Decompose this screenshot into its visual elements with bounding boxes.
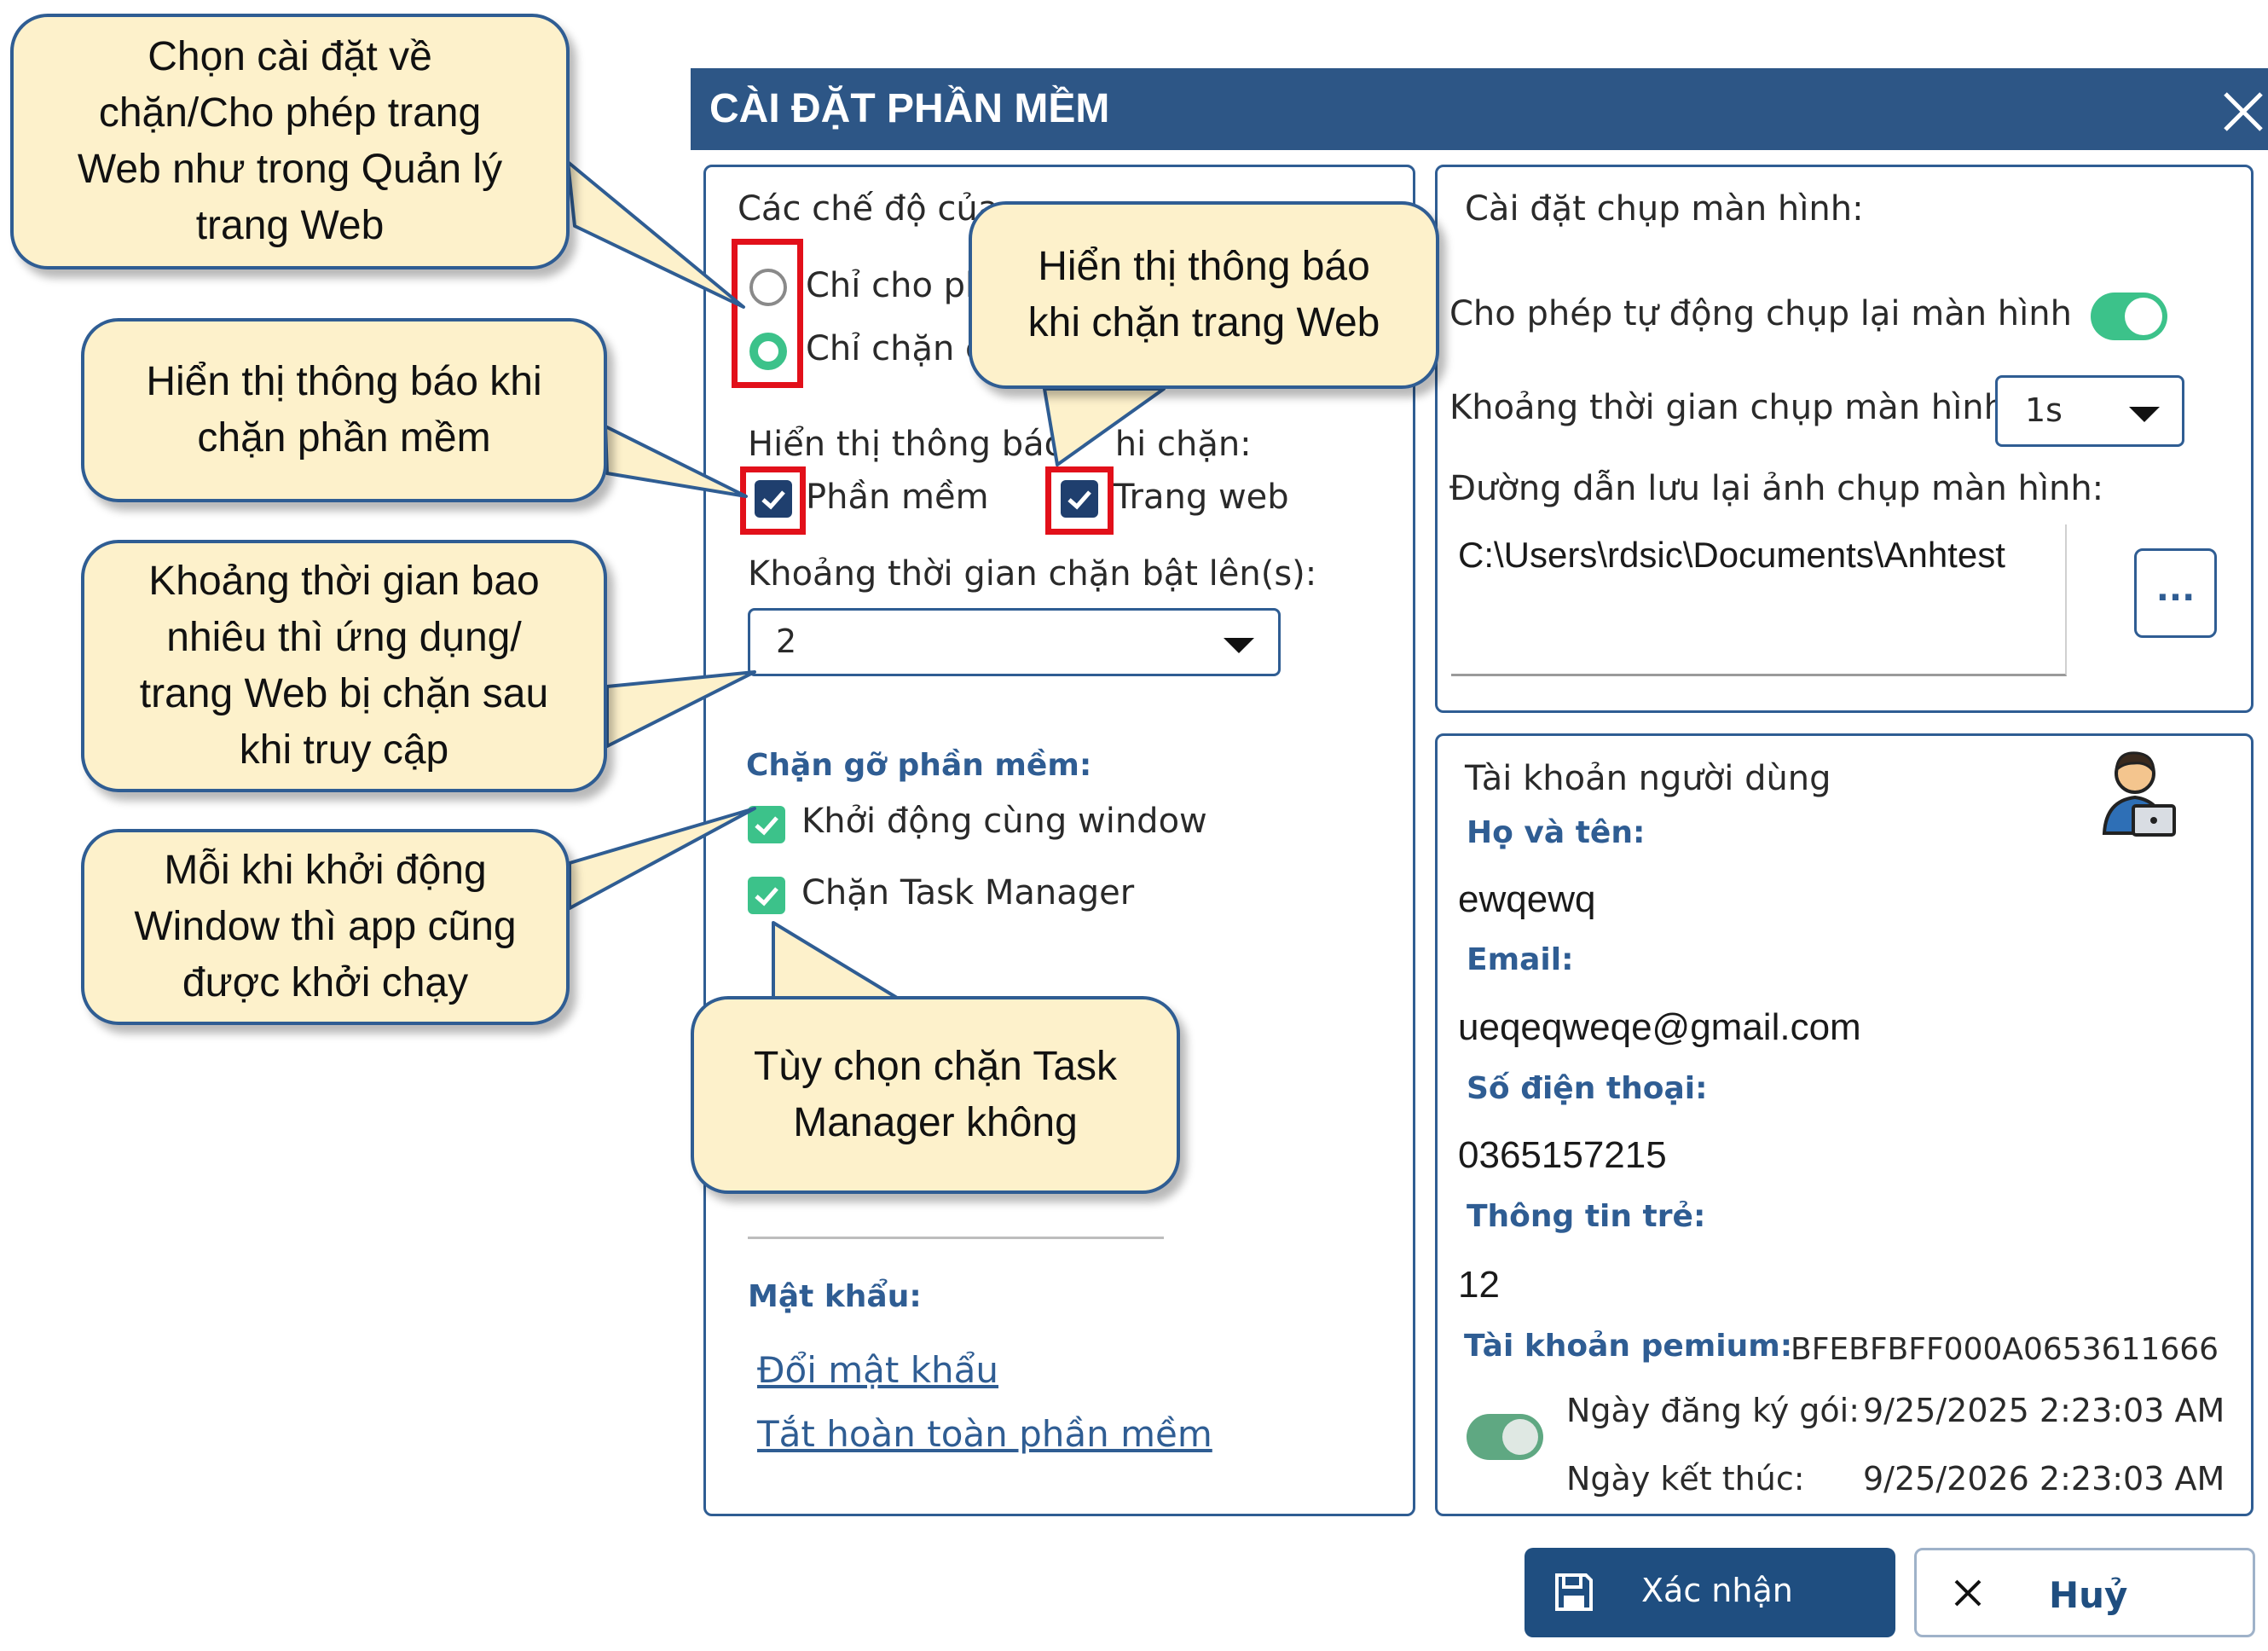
check-icon: [1067, 490, 1091, 510]
register-date-label: Ngày đăng ký gói:: [1566, 1392, 1860, 1429]
divider: [748, 1237, 1164, 1239]
premium-label: Tài khoản pemium:: [1464, 1329, 1793, 1364]
premium-toggle[interactable]: [1467, 1414, 1543, 1460]
save-icon: [1553, 1572, 1594, 1613]
premium-value: BFEBFBFF000A0653611666: [1791, 1332, 2219, 1367]
callout-taskmgr: Tùy chọn chặn Task Manager không: [691, 996, 1180, 1194]
user-laptop-icon: [2099, 748, 2178, 837]
save-path-value: C:\Users\rdsic\Documents\Anhtest: [1458, 535, 2005, 575]
child-label: Thông tin trẻ:: [1467, 1199, 1706, 1234]
confirm-button[interactable]: Xác nhận: [1525, 1548, 1895, 1637]
name-label: Họ và tên:: [1467, 815, 1646, 850]
check-icon: [761, 490, 785, 510]
callout-block-interval: Khoảng thời gian bao nhiêu thì ứng dụng/…: [81, 540, 607, 792]
email-value: ueqeqweqe@gmail.com: [1458, 1006, 1861, 1048]
notify-label-tail: hi chặn:: [1114, 425, 1252, 464]
end-date-value: 9/25/2026 2:23:03 AM: [1863, 1460, 2225, 1497]
checkbox-taskmgr-label: Chặn Task Manager: [801, 873, 1135, 912]
check-icon: [755, 816, 778, 836]
callout-startup: Mỗi khi khởi động Window thì app cũng đư…: [81, 829, 570, 1025]
radio-block-only[interactable]: [749, 333, 787, 370]
callout-taskmgr-text: Tùy chọn chặn Task Manager không: [753, 1044, 1118, 1145]
radio-allow-only[interactable]: [749, 269, 787, 306]
auto-capture-toggle[interactable]: [2091, 293, 2167, 340]
browse-label: ...: [2155, 570, 2196, 609]
callout-notify-web-text: Hiển thị thông báo khi chặn trang Web: [1027, 244, 1380, 345]
password-header: Mật khẩu:: [748, 1279, 922, 1314]
block-mode-label: Các chế độ của: [738, 189, 999, 229]
checkbox-startup[interactable]: [748, 806, 785, 843]
account-header: Tài khoản người dùng: [1465, 759, 1831, 798]
callout-block-mode: Chọn cài đặt về chặn/Cho phép trang Web …: [10, 14, 570, 269]
block-interval-select[interactable]: 2: [748, 608, 1281, 676]
phone-label: Số điện thoại:: [1467, 1071, 1708, 1106]
child-value: 12: [1458, 1264, 1500, 1306]
browse-button[interactable]: ...: [2134, 548, 2217, 638]
callout-notify-web: Hiển thị thông báo khi chặn trang Web: [969, 201, 1439, 389]
checkbox-notify-software[interactable]: [755, 480, 792, 518]
toggle-knob: [1502, 1419, 1538, 1455]
screenshot-header: Cài đặt chụp màn hình:: [1465, 189, 1864, 229]
save-path-field[interactable]: C:\Users\rdsic\Documents\Anhtest: [1451, 524, 2067, 676]
callout-notify-software-text: Hiển thị thông báo khi chặn phần mềm: [146, 359, 542, 461]
checkbox-taskmgr[interactable]: [748, 877, 785, 914]
radio-block-label: Chỉ chặn c: [806, 329, 985, 368]
save-path-label: Đường dẫn lưu lại ảnh chụp màn hình:: [1449, 469, 2104, 508]
capture-interval-select[interactable]: 1s: [1995, 375, 2184, 447]
radio-allow-label: Chỉ cho ph: [806, 266, 987, 305]
window-title: CÀI ĐẶT PHẦN MỀM: [709, 86, 1110, 131]
callout-startup-text: Mỗi khi khởi động Window thì app cũng đư…: [134, 848, 517, 1005]
callout-notify-software: Hiển thị thông báo khi chặn phần mềm: [81, 318, 607, 502]
checkbox-web-label: Trang web: [1114, 478, 1289, 517]
callout-block-interval-text: Khoảng thời gian bao nhiêu thì ứng dụng/…: [139, 559, 549, 773]
capture-interval-value: 1s: [2025, 391, 2063, 429]
auto-capture-label: Cho phép tự động chụp lại màn hình: [1449, 294, 2072, 333]
change-password-link[interactable]: Đổi mật khẩu: [757, 1349, 998, 1391]
uninstall-block-header: Chặn gỡ phần mềm:: [746, 748, 1092, 783]
notify-label-head: Hiển thị thông báo: [748, 425, 1076, 464]
checkbox-notify-web[interactable]: [1061, 480, 1098, 518]
checkbox-startup-label: Khởi động cùng window: [801, 802, 1207, 841]
name-value: ewqewq: [1458, 878, 1596, 920]
capture-interval-label: Khoảng thời gian chụp màn hình:: [1449, 388, 2017, 427]
chevron-down-icon: [2129, 407, 2160, 422]
callout-block-mode-text: Chọn cài đặt về chặn/Cho phép trang Web …: [77, 34, 503, 248]
notify-label: Hiển thị thông báo hi chặn:: [748, 425, 1252, 464]
chevron-down-icon: [1224, 638, 1254, 653]
close-icon[interactable]: [2217, 68, 2268, 150]
register-date-value: 9/25/2025 2:23:03 AM: [1863, 1392, 2225, 1429]
window-titlebar: CÀI ĐẶT PHẦN MỀM: [691, 68, 2268, 150]
block-interval-value: 2: [776, 623, 797, 660]
email-label: Email:: [1467, 942, 1574, 977]
close-icon: [1951, 1576, 1985, 1610]
disable-app-link[interactable]: Tắt hoàn toàn phần mềm: [757, 1413, 1212, 1455]
confirm-label: Xác nhận: [1641, 1572, 1793, 1609]
toggle-knob: [2125, 298, 2162, 335]
end-date-label: Ngày kết thúc:: [1566, 1460, 1805, 1497]
checkbox-software-label: Phần mềm: [806, 478, 989, 517]
block-interval-label: Khoảng thời gian chặn bật lên(s):: [748, 554, 1317, 594]
cancel-button[interactable]: Huỷ: [1914, 1548, 2255, 1637]
check-icon: [755, 887, 778, 907]
phone-value: 0365157215: [1458, 1134, 1667, 1176]
cancel-label: Huỷ: [2049, 1574, 2128, 1616]
